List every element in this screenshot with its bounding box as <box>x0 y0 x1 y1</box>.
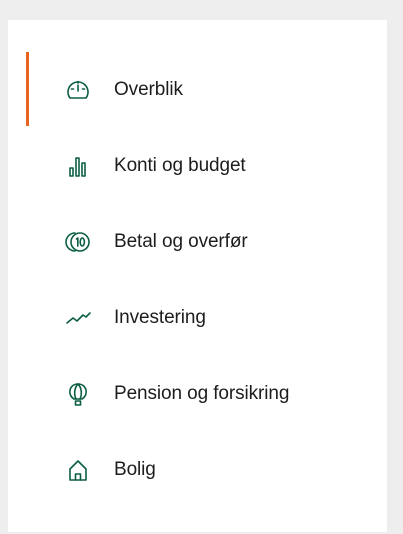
trend-line-icon <box>63 303 93 333</box>
navigation-panel: Overblik Konti og budget Betal og overfø… <box>8 20 387 532</box>
nav-item-bolig[interactable]: Bolig <box>8 432 387 508</box>
coin-icon <box>63 227 93 257</box>
nav-item-label: Pension og forsikring <box>114 383 290 404</box>
house-icon <box>63 455 93 485</box>
balloon-icon <box>63 379 93 409</box>
nav-item-label: Bolig <box>114 459 156 480</box>
nav-item-betal-og-overfor[interactable]: Betal og overfør <box>8 204 387 280</box>
nav-item-label: Investering <box>114 307 206 328</box>
nav-item-pension-og-forsikring[interactable]: Pension og forsikring <box>8 356 387 432</box>
bar-chart-icon <box>63 151 93 181</box>
main-nav: Overblik Konti og budget Betal og overfø… <box>8 52 387 508</box>
nav-item-konti-og-budget[interactable]: Konti og budget <box>8 128 387 204</box>
nav-item-investering[interactable]: Investering <box>8 280 387 356</box>
nav-item-label: Konti og budget <box>114 155 246 176</box>
nav-item-overblik[interactable]: Overblik <box>8 52 387 128</box>
speedometer-icon <box>63 75 93 105</box>
nav-item-label: Overblik <box>114 79 183 100</box>
nav-item-label: Betal og overfør <box>114 231 248 252</box>
